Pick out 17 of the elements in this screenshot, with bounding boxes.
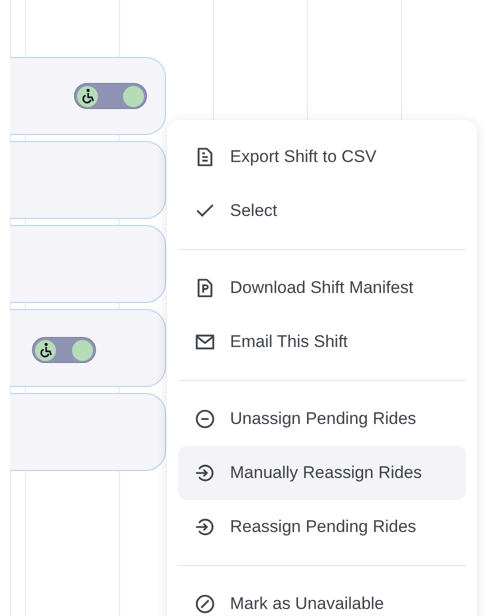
menu-item[interactable]: Export Shift to CSV [178,130,466,184]
menu-item[interactable]: Select [178,184,466,238]
shift-card[interactable] [10,393,166,471]
menu-item[interactable]: Manually Reassign Rides [178,446,466,500]
shift-card[interactable] [10,309,166,387]
minus-circle-icon [194,408,216,430]
menu-item[interactable]: Reassign Pending Rides [178,500,466,554]
shift-card[interactable] [10,141,166,219]
menu-item[interactable]: Download Shift Manifest [178,261,466,315]
menu-item[interactable]: Unassign Pending Rides [178,392,466,446]
shift-card[interactable] [10,57,166,135]
shift-card[interactable] [10,225,166,303]
slash-circle-icon [194,593,216,615]
menu-item[interactable]: Email This Shift [178,315,466,369]
menu-item[interactable]: Mark as Unavailable [178,577,466,616]
arrow-in-icon [194,462,216,484]
arrow-in-icon [194,516,216,538]
